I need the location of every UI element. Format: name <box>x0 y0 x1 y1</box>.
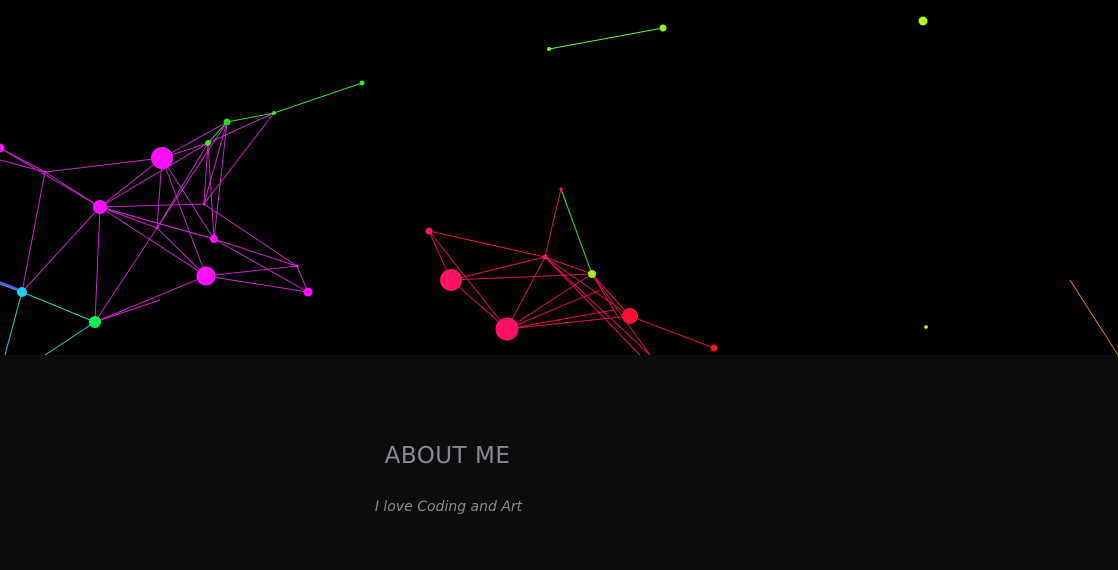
network-line <box>94 275 207 323</box>
network-line <box>1069 279 1118 355</box>
network-node <box>659 24 667 32</box>
particle-network-canvas <box>0 16 1118 355</box>
network-line <box>226 112 275 123</box>
network-node <box>622 308 638 324</box>
page: ABOUT ME I love Coding and Art <box>0 0 1118 570</box>
network-line <box>99 206 207 277</box>
network-line <box>205 275 309 293</box>
network-line <box>21 291 96 323</box>
network-node <box>0 143 5 153</box>
network-node <box>359 80 365 86</box>
network-node <box>495 317 519 341</box>
particle-network-hero <box>0 0 1118 355</box>
about-title: ABOUT ME <box>384 443 511 469</box>
network-node <box>223 118 231 126</box>
network-line <box>99 157 163 208</box>
network-line <box>203 112 275 205</box>
network-node <box>559 187 563 191</box>
network-node <box>89 316 101 328</box>
network-node <box>151 147 173 169</box>
network-line <box>629 315 715 349</box>
network-node <box>924 325 928 329</box>
network-line <box>205 265 298 277</box>
network-line <box>506 256 546 330</box>
about-subtitle: I love Coding and Art <box>374 499 523 515</box>
network-node <box>303 287 313 297</box>
network-node <box>93 200 107 214</box>
network-node <box>918 16 928 26</box>
network-line <box>273 82 363 114</box>
network-line <box>94 299 161 323</box>
network-node <box>43 170 47 174</box>
network-line <box>207 142 215 240</box>
network-node <box>425 227 433 235</box>
network-node <box>155 226 159 230</box>
network-node <box>196 266 216 286</box>
network-node <box>202 202 206 206</box>
network-line <box>161 121 228 159</box>
network-node <box>295 264 299 268</box>
network-line <box>4 291 23 355</box>
network-line <box>506 289 601 330</box>
network-node <box>272 111 276 115</box>
network-line <box>548 27 664 50</box>
network-node <box>542 254 548 260</box>
network-line <box>560 188 593 275</box>
network-node <box>710 344 718 352</box>
network-line <box>44 157 163 173</box>
about-section: ABOUT ME I love Coding and Art <box>0 355 1118 570</box>
network-line <box>544 256 631 317</box>
network-line <box>94 206 101 323</box>
network-node <box>17 287 27 297</box>
network-line <box>21 206 101 293</box>
network-line <box>44 171 101 208</box>
network-node <box>547 47 551 51</box>
network-line <box>0 147 101 208</box>
network-line <box>44 321 96 355</box>
network-node <box>440 269 462 291</box>
network-line <box>203 203 298 267</box>
network-line <box>207 112 275 144</box>
network-line <box>94 227 158 323</box>
network-line <box>591 273 631 317</box>
network-line <box>0 281 21 291</box>
network-line <box>544 188 562 258</box>
network-node <box>588 270 596 278</box>
network-line <box>99 206 158 229</box>
network-node <box>205 140 211 146</box>
network-line <box>21 171 46 293</box>
network-line <box>99 203 205 208</box>
network-line <box>506 273 593 330</box>
network-line <box>544 256 593 275</box>
network-node <box>210 235 218 243</box>
